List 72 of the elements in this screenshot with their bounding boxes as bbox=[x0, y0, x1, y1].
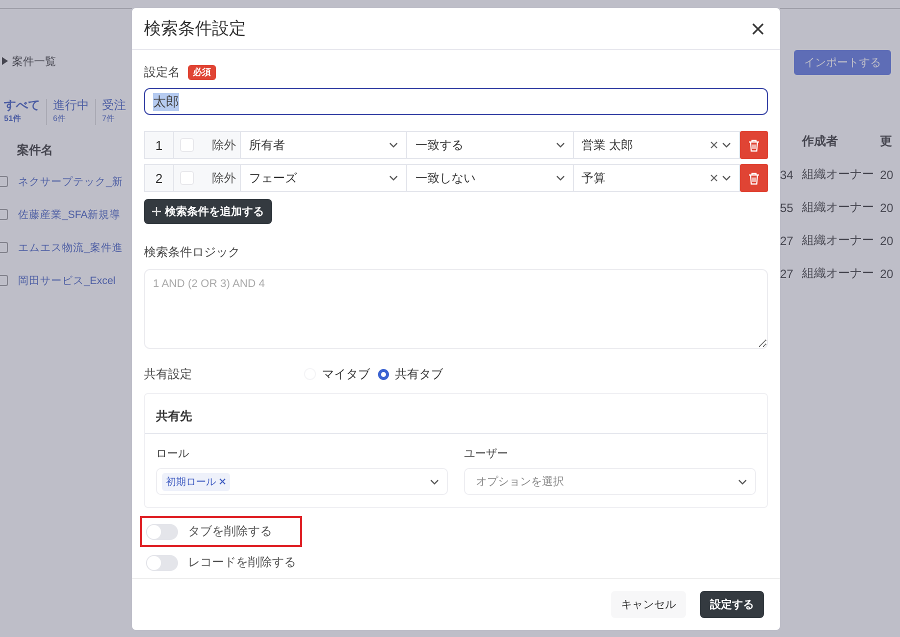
trash-icon bbox=[748, 138, 760, 152]
table-cell: 20 bbox=[880, 200, 894, 214]
table-cell: 27 bbox=[780, 266, 792, 280]
deal-link[interactable]: 佐藤産業_SFA新規導 bbox=[18, 208, 121, 222]
toggle-label: タブを削除する bbox=[188, 523, 272, 540]
deal-link[interactable]: エムエス物流_案件進 bbox=[18, 240, 123, 254]
status-tab[interactable]: すべて 51件 bbox=[0, 99, 47, 125]
user-select[interactable]: オプションを選択 bbox=[464, 468, 756, 495]
toggle-switch[interactable] bbox=[146, 554, 178, 570]
radio-label[interactable]: 共有タブ bbox=[395, 366, 443, 382]
exclude-label: 除外 bbox=[212, 136, 236, 154]
condition-number: 2 bbox=[144, 164, 174, 192]
name-input[interactable]: 太郎 bbox=[144, 88, 768, 115]
delete-button[interactable] bbox=[740, 164, 768, 192]
radio-button[interactable] bbox=[378, 368, 389, 380]
toggle-label: レコードを削除する bbox=[188, 554, 296, 571]
required-badge: 必須 bbox=[188, 65, 216, 80]
clear-icon[interactable] bbox=[710, 141, 718, 149]
close-icon[interactable] bbox=[752, 22, 764, 34]
chevron-down-icon bbox=[556, 175, 565, 181]
column-header: 案件名 bbox=[17, 142, 54, 159]
chevron-down-icon bbox=[556, 142, 565, 148]
table-cell: 34 bbox=[780, 168, 792, 182]
trash-icon bbox=[748, 172, 760, 184]
clear-icon[interactable] bbox=[710, 174, 718, 182]
column-header: 作成者 bbox=[802, 133, 839, 150]
breadcrumb[interactable]: 案件一覧 bbox=[12, 54, 56, 68]
chevron-icon bbox=[2, 57, 8, 65]
row-checkbox[interactable] bbox=[0, 242, 8, 253]
row-checkbox[interactable] bbox=[0, 275, 8, 286]
operator-select[interactable]: 一致する bbox=[407, 131, 574, 159]
condition-number: 1 bbox=[144, 131, 174, 159]
value-select[interactable]: 営業 太郎 bbox=[574, 131, 740, 159]
dialog-title: 検索条件設定 bbox=[144, 18, 246, 40]
logic-field[interactable]: 1 AND (2 OR 3) AND 4 bbox=[144, 269, 768, 349]
row-checkbox[interactable] bbox=[0, 176, 8, 187]
field-label: 設定名 bbox=[144, 64, 180, 81]
table-cell: 20 bbox=[880, 266, 894, 280]
add-condition-button[interactable]: 検索条件を追加する bbox=[144, 199, 272, 224]
field-select[interactable]: フェーズ bbox=[241, 164, 408, 192]
column-header: 更 bbox=[880, 133, 892, 150]
panel-title: 共有先 bbox=[145, 394, 767, 434]
chevron-down-icon bbox=[722, 175, 731, 181]
status-tab[interactable]: 進行中 6件 bbox=[47, 99, 96, 125]
remove-icon[interactable] bbox=[219, 478, 226, 485]
cancel-button[interactable]: キャンセル bbox=[611, 591, 686, 618]
field-label: 検索条件ロジック bbox=[144, 244, 241, 261]
role-select[interactable]: 初期ロール bbox=[156, 468, 448, 495]
field-label: ユーザー bbox=[464, 447, 509, 461]
submit-button[interactable]: 設定する bbox=[700, 591, 764, 618]
table-cell: 20 bbox=[880, 234, 894, 248]
chevron-down-icon bbox=[430, 478, 439, 484]
delete-button[interactable] bbox=[740, 131, 768, 159]
chevron-down-icon bbox=[738, 478, 747, 484]
deal-link[interactable]: ネクサープテック_新 bbox=[18, 174, 123, 188]
value-select[interactable]: 予算 bbox=[574, 164, 740, 192]
plus-icon bbox=[152, 207, 161, 216]
field-label: ロール bbox=[156, 447, 190, 461]
table-cell: 27 bbox=[780, 234, 792, 248]
table-cell: 55 bbox=[780, 200, 792, 214]
chevron-down-icon bbox=[722, 142, 731, 148]
row-checkbox[interactable] bbox=[0, 209, 8, 220]
table-cell: 20 bbox=[880, 168, 894, 182]
exclude-label: 除外 bbox=[212, 170, 236, 186]
field-select[interactable]: 所有者 bbox=[241, 131, 408, 159]
radio-label[interactable]: マイタブ bbox=[322, 366, 370, 382]
chevron-down-icon bbox=[389, 175, 398, 181]
field-label: 共有設定 bbox=[144, 366, 193, 382]
operator-select[interactable]: 一致しない bbox=[407, 164, 574, 192]
chevron-down-icon bbox=[389, 142, 398, 148]
deal-link[interactable]: 岡田サービス_Excel bbox=[18, 274, 116, 288]
toggle-switch[interactable] bbox=[146, 524, 178, 540]
